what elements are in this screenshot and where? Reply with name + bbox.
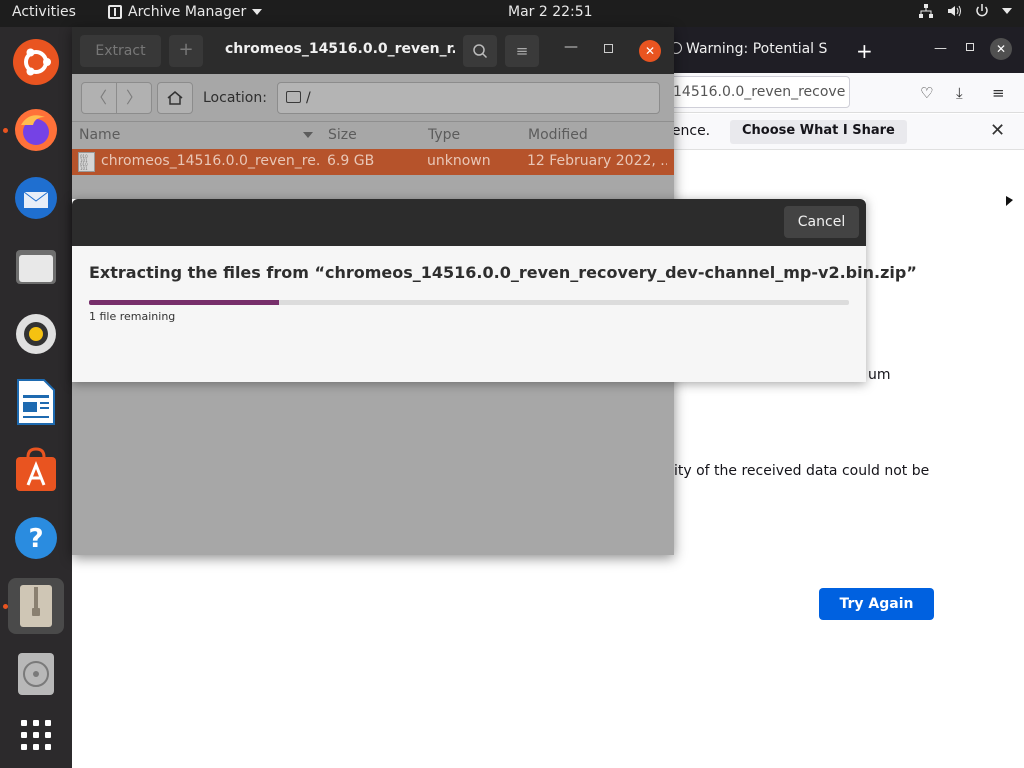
column-header-name[interactable]: Name xyxy=(79,127,120,143)
search-icon xyxy=(473,44,488,59)
menu-icon[interactable]: ≡ xyxy=(992,84,1005,102)
dock-item-ubuntu[interactable] xyxy=(8,34,64,90)
file-modified: 12 February 2022, ... xyxy=(527,153,667,169)
home-button[interactable] xyxy=(157,82,193,114)
show-applications-button[interactable] xyxy=(8,707,64,763)
firefox-icon xyxy=(15,109,57,151)
search-button[interactable] xyxy=(463,35,497,67)
rhythmbox-icon xyxy=(16,314,56,354)
location-label: Location: xyxy=(203,90,267,106)
body-text: ity of the received data could not be xyxy=(674,463,930,479)
ubuntu-software-center-icon xyxy=(13,39,59,85)
forward-button[interactable]: 〉 xyxy=(116,82,152,114)
menu-button[interactable]: ≡ xyxy=(505,35,539,67)
url-bar[interactable]: 14516.0.0_reven_recove xyxy=(668,76,850,108)
extraction-progress-bar xyxy=(89,300,849,305)
ubuntu-software-icon xyxy=(16,447,56,491)
clock[interactable]: Mar 2 22:51 xyxy=(508,4,593,20)
chevron-down-icon xyxy=(1002,8,1012,14)
progress-fill xyxy=(89,300,279,305)
header-bar: Extract + chromeos_14516.0.0_reven_r... … xyxy=(72,27,674,74)
dialog-title: Extracting the files from “chromeos_1451… xyxy=(89,263,917,282)
pocket-icon[interactable]: ♡ xyxy=(920,84,933,102)
maximize-button[interactable] xyxy=(604,44,613,53)
location-toolbar: 〈 〉 Location: / xyxy=(72,74,674,122)
column-header-size[interactable]: Size xyxy=(328,127,357,143)
hamburger-icon: ≡ xyxy=(515,42,529,60)
location-value: / xyxy=(306,90,311,106)
body-text: um xyxy=(868,367,891,383)
libreoffice-writer-icon xyxy=(17,379,55,425)
close-icon[interactable]: ✕ xyxy=(990,120,1005,141)
files-icon xyxy=(16,250,56,284)
location-field[interactable]: / xyxy=(277,82,660,114)
maximize-button[interactable] xyxy=(966,43,974,51)
dock-item-disk[interactable] xyxy=(8,646,64,702)
dock-item-firefox[interactable] xyxy=(8,102,64,158)
column-header-type[interactable]: Type xyxy=(428,127,460,143)
extraction-dialog: Cancel Extracting the files from “chrome… xyxy=(72,199,917,382)
app-menu[interactable]: Archive Manager xyxy=(108,4,263,20)
minimize-button[interactable]: — xyxy=(934,41,947,56)
archive-manager-icon xyxy=(108,5,122,19)
svg-text:?: ? xyxy=(28,524,43,554)
show-apps-icon xyxy=(21,720,51,750)
window-title: chromeos_14516.0.0_reven_r... xyxy=(225,41,455,57)
chevron-left-icon: 〈 xyxy=(90,88,107,107)
network-icon xyxy=(919,4,933,18)
running-indicator xyxy=(3,604,8,609)
table-row[interactable]: 010 101 010 101 chromeos_14516.0.0_reven… xyxy=(72,149,674,175)
help-icon: ? xyxy=(15,517,57,559)
dock-item-writer[interactable] xyxy=(8,374,64,430)
close-button[interactable]: ✕ xyxy=(639,40,661,62)
top-bar: Activities Archive Manager Mar 2 22:51 xyxy=(0,0,1024,27)
app-menu-label: Archive Manager xyxy=(128,4,247,20)
power-icon xyxy=(976,4,988,17)
browser-tab-title: Warning: Potential S xyxy=(686,41,828,57)
new-tab-button[interactable]: + xyxy=(856,39,873,63)
dock-item-help[interactable]: ? xyxy=(8,510,64,566)
dialog-header: Cancel xyxy=(72,199,866,246)
back-button[interactable]: 〈 xyxy=(81,82,117,114)
add-files-button[interactable]: + xyxy=(169,35,203,67)
try-again-button[interactable]: Try Again xyxy=(819,588,934,620)
home-icon xyxy=(167,91,183,105)
notification-text: ience. xyxy=(668,123,711,139)
chevron-down-icon xyxy=(252,9,263,15)
system-tray[interactable] xyxy=(918,3,1012,19)
file-name: chromeos_14516.0.0_reven_re... xyxy=(101,153,321,169)
files-remaining-text: 1 file remaining xyxy=(89,310,176,323)
sort-down-icon xyxy=(303,132,313,138)
dock: ? xyxy=(0,27,72,768)
binary-file-icon: 010 101 010 101 xyxy=(78,152,95,172)
folder-icon xyxy=(286,91,301,103)
cancel-button[interactable]: Cancel xyxy=(784,206,859,238)
column-header-modified[interactable]: Modified xyxy=(528,127,588,143)
dock-item-files[interactable] xyxy=(8,238,64,294)
dock-item-software[interactable] xyxy=(8,442,64,498)
archive-manager-icon xyxy=(20,585,52,627)
dock-item-rhythmbox[interactable] xyxy=(8,306,64,362)
file-size: 6.9 GB xyxy=(327,153,375,169)
chevron-right-icon: 〉 xyxy=(125,88,142,107)
download-icon[interactable]: ⤓ xyxy=(956,84,963,102)
thunderbird-icon xyxy=(15,177,57,219)
volume-icon xyxy=(948,5,961,17)
disk-icon xyxy=(18,653,54,695)
browser-tab[interactable]: Warning: Potential S xyxy=(660,27,850,73)
extract-button[interactable]: Extract xyxy=(80,35,161,67)
file-type: unknown xyxy=(427,153,491,169)
minimize-button[interactable]: — xyxy=(564,39,578,55)
dock-item-archive-manager[interactable] xyxy=(8,578,64,634)
file-list-header: Name Size Type Modified xyxy=(72,123,674,149)
close-button[interactable]: ✕ xyxy=(990,38,1012,60)
dock-item-thunderbird[interactable] xyxy=(8,170,64,226)
activities-button[interactable]: Activities xyxy=(12,4,76,20)
choose-what-i-share-button[interactable]: Choose What I Share xyxy=(730,120,907,144)
